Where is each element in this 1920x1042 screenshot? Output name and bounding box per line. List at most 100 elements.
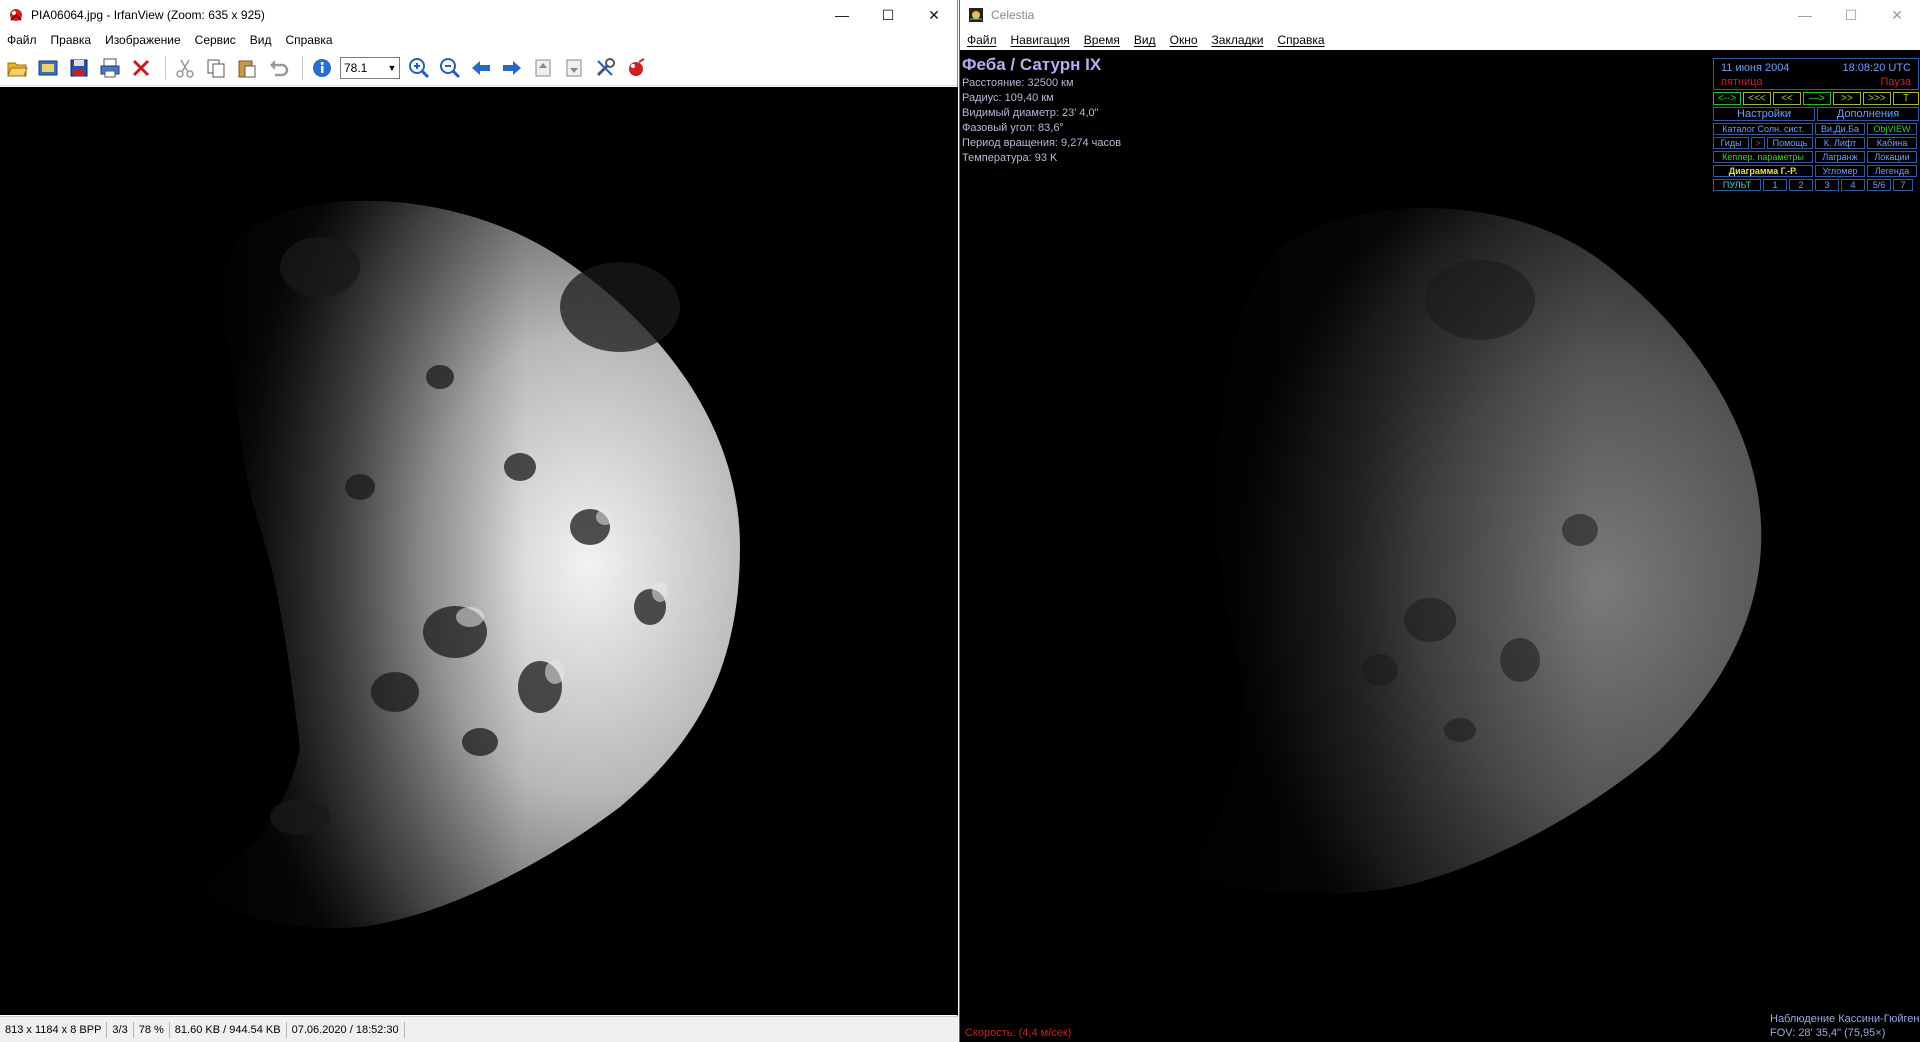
copy-icon[interactable] [203, 55, 229, 81]
menu-edit[interactable]: Правка [44, 33, 99, 47]
console-2-button[interactable]: 2 [1789, 179, 1813, 191]
protractor-button[interactable]: Угломер [1815, 165, 1865, 177]
lift-button[interactable]: К. Лифт [1815, 137, 1865, 149]
celestia-app-icon [969, 8, 983, 22]
info-distance: Расстояние: 32500 км [962, 77, 1074, 89]
guides-next-button[interactable]: > [1751, 137, 1765, 149]
open-folder-icon[interactable] [4, 55, 30, 81]
time-fastest-back-button[interactable]: <<< [1743, 92, 1771, 105]
phoebe-render [1190, 207, 1762, 894]
menu-window[interactable]: Окно [1163, 33, 1205, 47]
celestia-menubar: Файл Навигация Время Вид Окно Закладки С… [960, 30, 1920, 50]
hud-pause-status: Пауза [1880, 76, 1911, 88]
locations-button[interactable]: Локации [1867, 151, 1917, 163]
solar-catalog-button[interactable]: Каталог Солн. сист. [1713, 123, 1813, 135]
menu-view[interactable]: Вид [243, 33, 279, 47]
menu-time[interactable]: Время [1077, 33, 1127, 47]
console-5-6-button[interactable]: 5/6 [1867, 179, 1891, 191]
irfanview-titlebar[interactable]: PIA06064.jpg - IrfanView (Zoom: 635 x 92… [0, 0, 957, 30]
time-fast-forward-button[interactable]: >> [1833, 92, 1861, 105]
irfanview-app-icon [10, 9, 22, 21]
legend-button[interactable]: Легенда [1867, 165, 1917, 177]
info-phase-angle: Фазовый угол: 83,6° [962, 122, 1064, 134]
status-dimensions: 813 x 1184 x 8 BPP [0, 1021, 108, 1038]
time-reverse-button[interactable]: <--> [1713, 92, 1741, 105]
status-zoom: 78 % [134, 1021, 170, 1038]
help-button[interactable]: Помощь [1767, 137, 1813, 149]
irfanview-window: PIA06064.jpg - IrfanView (Zoom: 635 x 92… [0, 0, 958, 1042]
print-icon[interactable] [97, 55, 123, 81]
maximize-button[interactable]: ☐ [1828, 0, 1874, 30]
last-page-icon[interactable] [561, 55, 587, 81]
hr-diagram-button[interactable]: Диаграмма Г.-Р. [1713, 165, 1813, 177]
console-button[interactable]: ПУЛЬТ [1713, 179, 1761, 191]
zoom-value: 78.1 [344, 60, 368, 75]
toolbar-separator [302, 55, 303, 80]
console-1-button[interactable]: 1 [1763, 179, 1787, 191]
window-title: Celestia [991, 8, 1035, 22]
settings-button[interactable]: Настройки [1713, 107, 1815, 121]
lagrange-button[interactable]: Лагранж [1815, 151, 1865, 163]
cut-icon[interactable] [172, 55, 198, 81]
undo-icon[interactable] [265, 55, 291, 81]
delete-icon[interactable] [128, 55, 154, 81]
menu-image[interactable]: Изображение [98, 33, 188, 47]
paste-icon[interactable] [234, 55, 260, 81]
previous-icon[interactable] [468, 55, 494, 81]
settings-icon[interactable] [592, 55, 618, 81]
status-index: 3/3 [107, 1021, 134, 1038]
minimize-button[interactable]: — [1782, 0, 1828, 30]
hud-row-kepler: Кеплер. параметры Лагранж Локации [1713, 151, 1919, 163]
hud-row-catalog: Каталог Солн. сист. Ви,Ди,Ба ObjVIEW [1713, 123, 1919, 135]
image-viewport[interactable] [0, 87, 958, 1015]
menu-options[interactable]: Сервис [188, 33, 243, 47]
menu-help[interactable]: Справка [278, 33, 339, 47]
zoom-out-icon[interactable] [437, 55, 463, 81]
menu-view[interactable]: Вид [1127, 33, 1163, 47]
info-icon[interactable] [309, 55, 335, 81]
close-button[interactable]: ✕ [911, 0, 957, 30]
close-button[interactable]: ✕ [1874, 0, 1920, 30]
zoom-in-icon[interactable] [406, 55, 432, 81]
celestia-titlebar[interactable]: Celestia — ☐ ✕ [960, 0, 1920, 30]
next-icon[interactable] [499, 55, 525, 81]
time-fast-back-button[interactable]: << [1773, 92, 1801, 105]
cockpit-button[interactable]: Кабина [1867, 137, 1917, 149]
menu-help[interactable]: Справка [1270, 33, 1331, 47]
time-fastest-forward-button[interactable]: >>> [1863, 92, 1891, 105]
menu-file[interactable]: Файл [960, 33, 1004, 47]
status-datetime: 07.06.2020 / 18:52:30 [287, 1021, 405, 1038]
hud-time-display: 11 июня 2004 18:08:20 UTC пятница Пауза [1713, 58, 1919, 90]
guides-button[interactable]: Гиды [1713, 137, 1749, 149]
irfan-logo-icon[interactable] [623, 55, 649, 81]
menu-file[interactable]: Файл [0, 33, 44, 47]
menu-navigation[interactable]: Навигация [1004, 33, 1077, 47]
minimize-button[interactable]: — [819, 0, 865, 30]
first-page-icon[interactable] [530, 55, 556, 81]
hud-panel: 11 июня 2004 18:08:20 UTC пятница Пауза … [1713, 58, 1919, 191]
addons-button[interactable]: Дополнения [1817, 107, 1919, 121]
fov-readout: FOV: 28' 35,4" (75,95×) [1770, 1027, 1886, 1039]
hud-time-controls: <--> <<< << —> >> >>> T [1713, 92, 1919, 105]
console-7-button[interactable]: 7 [1893, 179, 1913, 191]
phoebe-photo [200, 200, 740, 928]
irfanview-statusbar: 813 x 1184 x 8 BPP 3/3 78 % 81.60 KB / 9… [0, 1016, 958, 1042]
observation-info: Наблюдение Кассини-Гюйгенс FOV: 28' 35,4… [1770, 1012, 1920, 1040]
celestia-window: Celestia — ☐ ✕ Файл Навигация Время Вид … [959, 0, 1920, 1042]
maximize-button[interactable]: ☐ [865, 0, 911, 30]
time-realtime-button[interactable]: —> [1803, 92, 1831, 105]
time-set-button[interactable]: T [1893, 92, 1919, 105]
slideshow-icon[interactable] [35, 55, 61, 81]
irfanview-menubar: Файл Правка Изображение Сервис Вид Справ… [0, 30, 957, 50]
objview-button[interactable]: ObjVIEW [1867, 123, 1917, 135]
console-3-button[interactable]: 3 [1815, 179, 1839, 191]
object-name: Феба / Сатурн IX [962, 55, 1102, 74]
zoom-dropdown[interactable]: 78.1 ▼ [340, 56, 400, 79]
observation-label: Наблюдение Кассини-Гюйгенс [1770, 1013, 1920, 1025]
celestia-3d-view[interactable]: Феба / Сатурн IX Расстояние: 32500 км Ра… [960, 50, 1920, 1042]
menu-bookmarks[interactable]: Закладки [1205, 33, 1271, 47]
save-icon[interactable] [66, 55, 92, 81]
vidiba-button[interactable]: Ви,Ди,Ба [1815, 123, 1865, 135]
kepler-params-button[interactable]: Кеплер. параметры [1713, 151, 1813, 163]
console-4-button[interactable]: 4 [1841, 179, 1865, 191]
